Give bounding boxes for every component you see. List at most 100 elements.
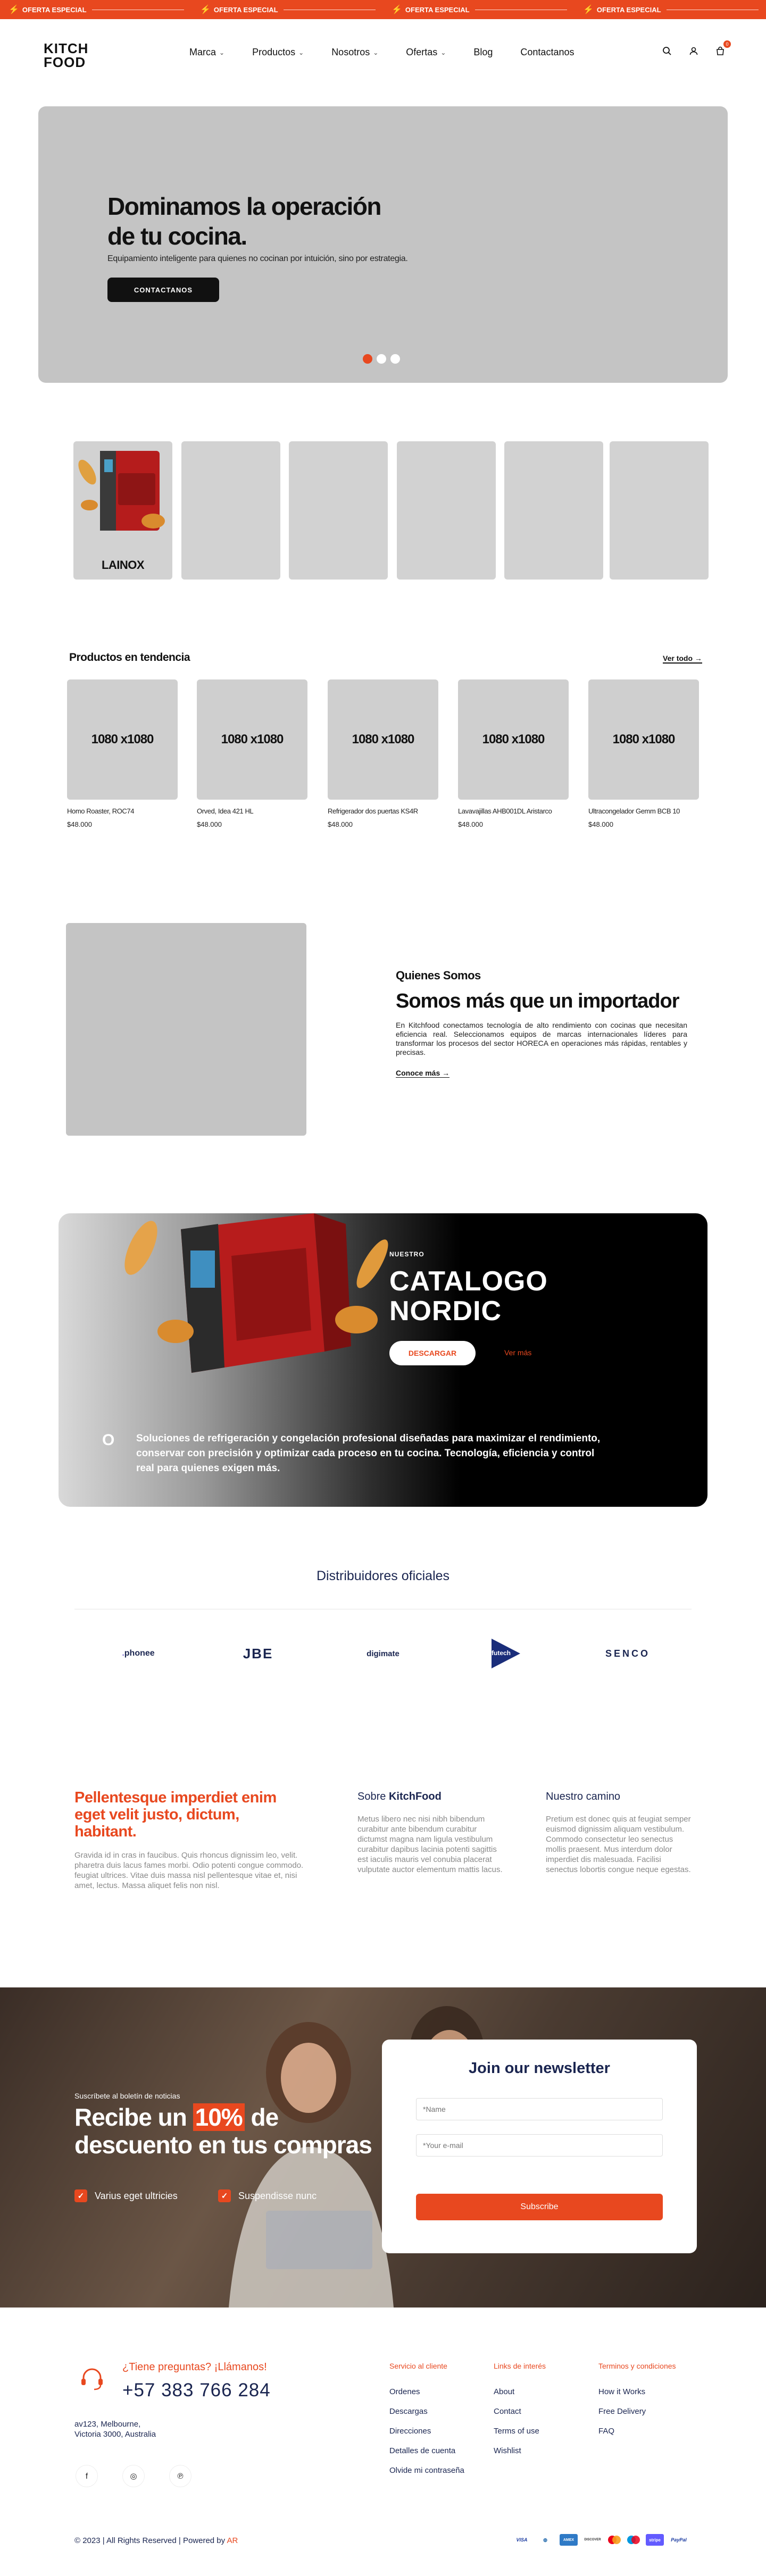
slider-dots	[363, 354, 400, 364]
product-price: $48.000	[197, 820, 222, 828]
promo-item[interactable]: ⚡ OFERTA ESPECIAL	[0, 4, 192, 15]
footer-link[interactable]: Free Delivery	[598, 2407, 646, 2416]
pinterest-icon[interactable]: ℗	[169, 2465, 192, 2487]
catalog-banner: NUESTRO CATALOGO NORDIC DESCARGAR Ver má…	[59, 1213, 707, 1507]
copyright: © 2023 | All Rights Reserved | Powered b…	[74, 2536, 238, 2545]
footer-link[interactable]: Terms of use	[494, 2427, 539, 2436]
brand-card[interactable]	[610, 441, 709, 580]
product-card[interactable]: 1080 x1080 Orved, Idea 421 HL $48.000	[197, 679, 307, 828]
product-name: Orved, Idea 421 HL	[197, 807, 254, 815]
footer-link[interactable]: Ordenes	[389, 2387, 420, 2396]
check-icon: ✓	[218, 2189, 231, 2202]
distributor-logo[interactable]: futech	[484, 1639, 527, 1668]
see-all-link[interactable]: Ver todo →	[663, 654, 702, 664]
brand-card[interactable]	[504, 441, 603, 580]
download-catalog-button[interactable]: DESCARGAR	[389, 1341, 476, 1365]
bolt-icon: ⚡	[200, 5, 211, 14]
footer-link[interactable]: Wishlist	[494, 2446, 521, 2455]
footer-link[interactable]: About	[494, 2387, 514, 2396]
footer-link[interactable]: Descargas	[389, 2407, 428, 2416]
footer-link[interactable]: Direcciones	[389, 2427, 431, 2436]
product-image-placeholder: 1080 x1080	[67, 679, 178, 800]
newsletter-eyebrow: Suscríbete al boletín de noticias	[74, 2092, 180, 2100]
product-price: $48.000	[67, 820, 92, 828]
visa-icon: VISA	[516, 2537, 528, 2543]
site-header: KITCH FOOD Marca ⌄ Productos ⌄ Nosotros ⌄ O…	[0, 19, 766, 89]
nav-item-blog[interactable]: Blog	[473, 47, 493, 58]
our-path-heading: Nuestro camino	[546, 1791, 621, 1802]
address: av123, Melbourne, Victoria 3000, Austral…	[74, 2420, 156, 2439]
nav-item-nosotros[interactable]: Nosotros ⌄	[331, 47, 378, 58]
phone-number[interactable]: +57 383 766 284	[122, 2380, 271, 2401]
product-name: Homo Roaster, ROC74	[67, 807, 135, 815]
nav-item-ofertas[interactable]: Ofertas ⌄	[406, 47, 446, 58]
brand-card[interactable]: LAINOX	[73, 441, 172, 580]
about-image-placeholder	[66, 923, 306, 1136]
about-eyebrow: Quienes Somos	[396, 969, 481, 982]
catalog-title: CATALOGO NORDIC	[389, 1266, 548, 1327]
footer-link[interactable]: Olvide mi contraseña	[389, 2466, 464, 2475]
footer-link[interactable]: FAQ	[598, 2427, 614, 2436]
product-card[interactable]: 1080 x1080 Refrigerador dos puertas KS4R…	[328, 679, 438, 828]
search-icon[interactable]	[660, 44, 675, 58]
distributor-logo[interactable]: SENCO	[601, 1643, 654, 1664]
name-input[interactable]	[416, 2098, 663, 2120]
slider-dot[interactable]	[390, 354, 400, 364]
powered-by-link[interactable]: AR	[227, 2536, 238, 2545]
amex-icon: AMEX	[560, 2534, 578, 2546]
user-icon[interactable]	[686, 44, 701, 58]
benefit-item: ✓ Varius eget ultricies	[74, 2189, 178, 2202]
subscribe-button[interactable]: Subscribe	[416, 2194, 663, 2220]
promo-item[interactable]: ⚡ OFERTA ESPECIAL	[383, 4, 574, 15]
product-card[interactable]: 1080 x1080 Ultracongelador Gemm BCB 10 $…	[588, 679, 699, 828]
distributor-logo[interactable]: digimate	[356, 1643, 410, 1664]
chevron-down-icon: ⌄	[219, 48, 225, 56]
contact-question: ¿Tiene preguntas? ¡Llámanos!	[122, 2361, 267, 2373]
chevron-down-icon: ⌄	[373, 48, 379, 56]
catalog-more-link[interactable]: Ver más	[504, 1348, 531, 1357]
brand-card[interactable]	[289, 441, 388, 580]
facebook-icon[interactable]: f	[76, 2465, 98, 2487]
email-input[interactable]	[416, 2134, 663, 2157]
hero-contact-button[interactable]: CONTACTANOS	[107, 278, 219, 302]
promo-bar: ⚡ OFERTA ESPECIAL ⚡ OFERTA ESPECIAL ⚡ OFERT…	[0, 0, 766, 19]
brand-card[interactable]	[181, 441, 280, 580]
paypal-icon: PayPal	[671, 2537, 687, 2543]
footer-link[interactable]: How it Works	[598, 2387, 645, 2396]
promo-item[interactable]: ⚡ OFERTA ESPECIAL	[192, 4, 383, 15]
distributors-title: Distribuidores oficiales	[316, 1568, 450, 1583]
learn-more-link[interactable]: Conoce más →	[396, 1069, 450, 1078]
newsletter-section: Suscríbete al boletín de noticias Recibe…	[0, 1987, 766, 2308]
hero-title: Dominamos la operación de tu cocina.	[107, 192, 382, 250]
product-card[interactable]: 1080 x1080 Homo Roaster, ROC74 $48.000	[67, 679, 178, 828]
slider-dot[interactable]	[377, 354, 386, 364]
product-card[interactable]: 1080 x1080 Lavavajillas AHB001DL Aristar…	[458, 679, 569, 828]
hero-subtitle: Equipamiento inteligente para quienes no…	[107, 254, 408, 263]
bolt-icon: ⚡	[9, 5, 19, 14]
mastercard-icon	[606, 2534, 622, 2546]
site-logo[interactable]: KITCH FOOD	[44, 41, 88, 69]
footer-link[interactable]: Contact	[494, 2407, 521, 2416]
promo-item[interactable]: ⚡ OFERTA ESPECIAL	[574, 4, 766, 15]
hero-banner: Dominamos la operación de tu cocina. Equ…	[38, 106, 728, 383]
newsletter-card-title: Join our newsletter	[469, 2060, 610, 2077]
instagram-icon[interactable]: ◎	[122, 2465, 145, 2487]
product-name: Lavavajillas AHB001DL Aristarco	[458, 807, 552, 815]
distributor-logo[interactable]: JBE	[234, 1643, 282, 1664]
header-actions: 0	[660, 40, 731, 58]
footer-col-title: Servicio al cliente	[389, 2362, 447, 2370]
nav-item-marca[interactable]: Marca ⌄	[189, 47, 224, 58]
main-nav: Marca ⌄ Productos ⌄ Nosotros ⌄ Ofertas ⌄ Blo…	[189, 47, 602, 58]
distributor-logo[interactable]: . phonee	[112, 1643, 165, 1664]
footer-col-title: Terminos y condiciones	[598, 2362, 676, 2370]
slider-dot[interactable]	[363, 354, 372, 364]
about-title: Somos más que un importador	[396, 990, 680, 1012]
brand-card[interactable]	[397, 441, 496, 580]
product-price: $48.000	[458, 820, 483, 828]
catalog-lead-letter: O	[102, 1431, 115, 1449]
nav-item-productos[interactable]: Productos ⌄	[252, 47, 304, 58]
nav-item-contactanos[interactable]: Contactanos	[520, 47, 574, 58]
cart-icon[interactable]: 0	[713, 40, 731, 58]
footer-link[interactable]: Detalles de cuenta	[389, 2446, 455, 2455]
product-name: Ultracongelador Gemm BCB 10	[588, 807, 680, 815]
